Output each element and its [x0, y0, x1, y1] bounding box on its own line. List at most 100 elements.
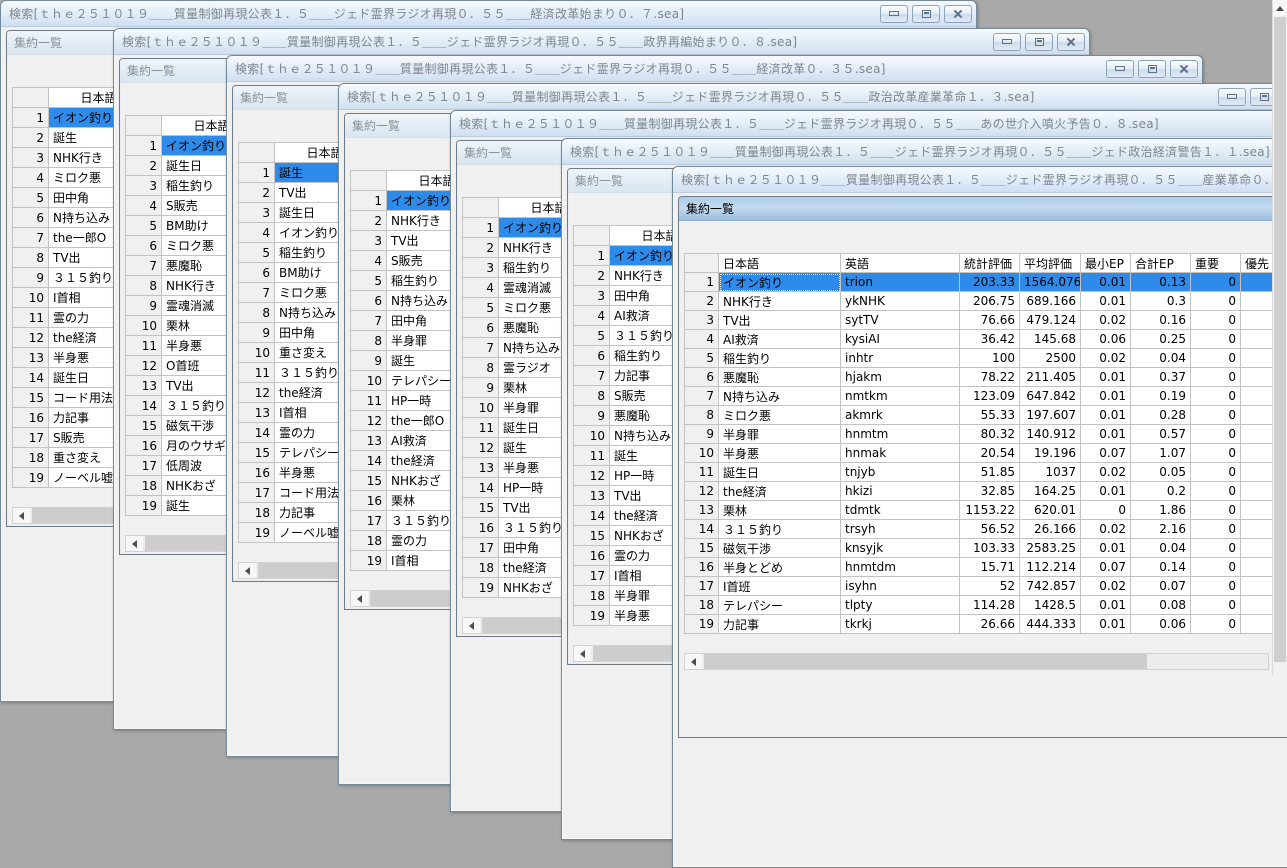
cell-avg-eval[interactable]: 26.166	[1020, 520, 1081, 539]
row-number[interactable]: 2	[13, 128, 49, 148]
cell-english[interactable]: tlpty	[841, 596, 960, 615]
cell-japanese[interactable]: イオン釣り	[719, 273, 841, 292]
row-number[interactable]: 1	[126, 136, 162, 156]
cell-total-ep[interactable]: 1.86	[1131, 501, 1191, 520]
cell-avg-eval[interactable]: 19.196	[1020, 444, 1081, 463]
vertical-scrollbar[interactable]	[1272, 0, 1287, 675]
cell-stat-eval[interactable]: 80.32	[960, 425, 1020, 444]
row-number[interactable]: 2	[574, 266, 610, 286]
row-number[interactable]: 14	[574, 506, 610, 526]
scroll-left-button[interactable]	[574, 646, 591, 661]
cell-total-ep[interactable]: 1.07	[1131, 444, 1191, 463]
cell-stat-eval[interactable]: 52	[960, 577, 1020, 596]
cell-stat-eval[interactable]: 55.33	[960, 406, 1020, 425]
cell-min-ep[interactable]: 0.02	[1081, 520, 1131, 539]
cell-japanese[interactable]: N持ち込み	[719, 387, 841, 406]
row-number[interactable]: 17	[239, 483, 275, 503]
cell-japanese[interactable]: TV出	[719, 311, 841, 330]
row-number[interactable]: 9	[351, 351, 387, 371]
cell-total-ep[interactable]: 0.28	[1131, 406, 1191, 425]
cell-japanese[interactable]: NHK行き	[719, 292, 841, 311]
row-number[interactable]: 8	[463, 358, 499, 378]
row-number[interactable]: 1	[351, 191, 387, 211]
table-row[interactable]: 1イオン釣りtrion203.331564.0760.010.130	[685, 273, 1287, 292]
table-row[interactable]: 3TV出sytTV76.66479.1240.020.160	[685, 311, 1287, 330]
row-number[interactable]: 5	[463, 298, 499, 318]
cell-important[interactable]: 0	[1191, 368, 1241, 387]
row-number[interactable]: 2	[126, 156, 162, 176]
cell-english[interactable]: ykNHK	[841, 292, 960, 311]
row-number[interactable]: 10	[126, 316, 162, 336]
cell-min-ep[interactable]: 0.01	[1081, 615, 1131, 634]
row-number[interactable]: 9	[463, 378, 499, 398]
cell-stat-eval[interactable]: 114.28	[960, 596, 1020, 615]
scroll-left-button[interactable]	[351, 591, 368, 606]
row-number[interactable]: 7	[126, 256, 162, 276]
row-number[interactable]: 9	[685, 425, 719, 444]
cell-total-ep[interactable]: 0.3	[1131, 292, 1191, 311]
table-row[interactable]: 14３１５釣りtrsyh56.5226.1660.022.160	[685, 520, 1287, 539]
scroll-left-button[interactable]	[463, 618, 480, 633]
table-row[interactable]: 12the経済hkizi32.85164.250.010.20	[685, 482, 1287, 501]
cell-stat-eval[interactable]: 1153.22	[960, 501, 1020, 520]
row-number[interactable]: 18	[463, 558, 499, 578]
row-number[interactable]: 15	[126, 416, 162, 436]
table-row[interactable]: 13栗林tdmtk1153.22620.0101.860	[685, 501, 1287, 520]
minimize-button[interactable]	[1106, 60, 1134, 78]
row-number[interactable]: 8	[351, 331, 387, 351]
cell-min-ep[interactable]: 0.01	[1081, 406, 1131, 425]
column-header-important[interactable]: 重要	[1191, 254, 1241, 273]
row-number[interactable]: 7	[574, 366, 610, 386]
table-row[interactable]: 17I首班isyhn52742.8570.020.070	[685, 577, 1287, 596]
cell-min-ep[interactable]: 0.02	[1081, 577, 1131, 596]
cell-min-ep[interactable]: 0.01	[1081, 368, 1131, 387]
row-number[interactable]: 14	[239, 423, 275, 443]
row-number[interactable]: 4	[13, 168, 49, 188]
row-number[interactable]: 7	[239, 283, 275, 303]
row-number[interactable]: 4	[463, 278, 499, 298]
cell-english[interactable]: hnmtdm	[841, 558, 960, 577]
column-header-total-ep[interactable]: 合計EP	[1131, 254, 1191, 273]
table-row[interactable]: 9半身罪hnmtm80.32140.9120.010.570	[685, 425, 1287, 444]
scrollbar-thumb[interactable]	[1274, 17, 1286, 662]
scroll-up-button[interactable]	[1273, 0, 1287, 16]
cell-important[interactable]: 0	[1191, 539, 1241, 558]
cell-min-ep[interactable]: 0.01	[1081, 425, 1131, 444]
row-number[interactable]: 13	[574, 486, 610, 506]
cell-avg-eval[interactable]: 1428.5	[1020, 596, 1081, 615]
cell-avg-eval[interactable]: 2500	[1020, 349, 1081, 368]
table-row[interactable]: 16半身とどめhnmtdm15.71112.2140.070.140	[685, 558, 1287, 577]
row-number[interactable]: 5	[126, 216, 162, 236]
cell-japanese[interactable]: 悪魔恥	[719, 368, 841, 387]
row-number[interactable]: 14	[126, 396, 162, 416]
table-row[interactable]: 18テレパシーtlpty114.281428.50.010.080	[685, 596, 1287, 615]
row-number[interactable]: 7	[685, 387, 719, 406]
cell-avg-eval[interactable]: 1037	[1020, 463, 1081, 482]
cell-important[interactable]: 0	[1191, 406, 1241, 425]
cell-min-ep[interactable]: 0	[1081, 501, 1131, 520]
row-number[interactable]: 11	[351, 391, 387, 411]
cell-important[interactable]: 0	[1191, 501, 1241, 520]
cell-important[interactable]: 0	[1191, 387, 1241, 406]
cell-english[interactable]: hnmtm	[841, 425, 960, 444]
cell-min-ep[interactable]: 0.01	[1081, 292, 1131, 311]
cell-english[interactable]: trsyh	[841, 520, 960, 539]
row-number[interactable]: 10	[574, 426, 610, 446]
corner-header-cell[interactable]	[574, 226, 610, 246]
row-number[interactable]: 16	[126, 436, 162, 456]
cell-min-ep[interactable]: 0.01	[1081, 273, 1131, 292]
row-number[interactable]: 4	[239, 223, 275, 243]
window-titlebar[interactable]: 検索[ｔｈｅ２５１０１９＿＿質量制御再現公表１．５＿＿ジェド霊界ラジオ再現０．５…	[1, 1, 976, 27]
cell-important[interactable]: 0	[1191, 349, 1241, 368]
cell-important[interactable]: 0	[1191, 577, 1241, 596]
corner-header-cell[interactable]	[463, 198, 499, 218]
row-number[interactable]: 5	[351, 271, 387, 291]
cell-english[interactable]: tkrkj	[841, 615, 960, 634]
row-number[interactable]: 11	[685, 463, 719, 482]
cell-min-ep[interactable]: 0.02	[1081, 463, 1131, 482]
cell-important[interactable]: 0	[1191, 273, 1241, 292]
row-number[interactable]: 17	[351, 511, 387, 531]
cell-stat-eval[interactable]: 103.33	[960, 539, 1020, 558]
cell-japanese[interactable]: 半身罪	[719, 425, 841, 444]
row-number[interactable]: 19	[351, 551, 387, 571]
